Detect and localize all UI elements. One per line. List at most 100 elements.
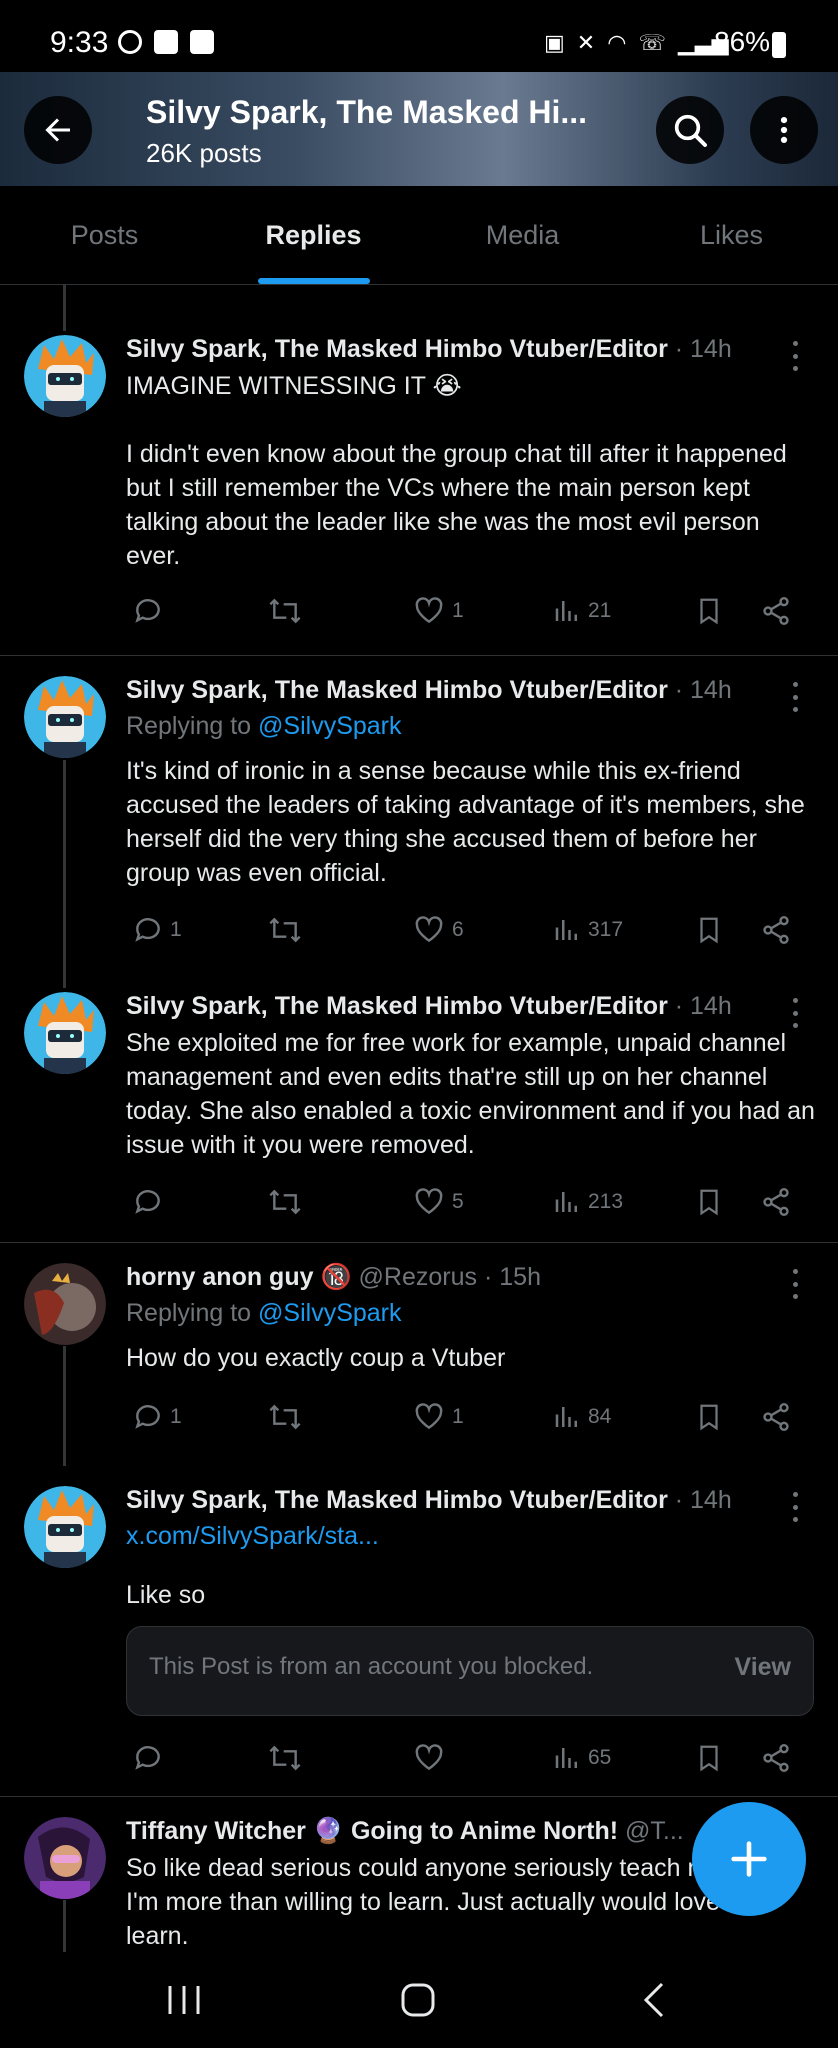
avatar[interactable] <box>24 335 106 417</box>
author-handle: @Rezorus <box>358 1263 478 1291</box>
reply-post[interactable]: Silvy Spark, The Masked Himbo Vtuber/Edi… <box>0 1466 838 1796</box>
share-icon <box>763 916 789 944</box>
reply-button[interactable]: 1 <box>132 1397 182 1437</box>
avatar[interactable] <box>24 676 106 758</box>
profile-header: Silvy Spark, The Masked Hi... 26K posts <box>0 72 838 186</box>
views-button[interactable]: 84 <box>552 1397 611 1437</box>
reply-button[interactable] <box>132 591 164 631</box>
reply-post[interactable]: Silvy Spark, The Masked Himbo Vtuber/Edi… <box>0 972 838 1240</box>
author-name[interactable]: Silvy Spark, The Masked Himbo Vtuber/Edi… <box>126 992 732 1021</box>
bookmark-button[interactable] <box>694 1738 724 1778</box>
like-count: 1 <box>452 1405 464 1428</box>
post-link[interactable]: x.com/SilvySpark/sta... <box>126 1522 379 1550</box>
more-options-button[interactable] <box>750 96 818 164</box>
share-button[interactable] <box>760 1397 792 1437</box>
reply-icon <box>135 1405 160 1429</box>
status-time: 9:33 <box>50 26 109 59</box>
share-button[interactable] <box>760 591 792 631</box>
dnd-icon <box>118 30 142 54</box>
reply-button[interactable] <box>132 1738 164 1778</box>
tab-posts[interactable]: Posts <box>0 186 209 284</box>
like-icon <box>415 1188 443 1215</box>
reply-post[interactable]: Silvy Spark, The Masked Himbo Vtuber/Edi… <box>0 656 838 966</box>
reply-post[interactable]: horny anon guy 🔞 @Rezorus · 15h Replying… <box>0 1243 838 1463</box>
post-actions: 1 21 <box>126 591 806 631</box>
like-icon <box>415 597 443 624</box>
replying-to-handle[interactable]: @SilvySpark <box>258 712 401 740</box>
post-more-button[interactable] <box>790 1269 800 1299</box>
share-button[interactable] <box>760 910 792 950</box>
views-button[interactable]: 213 <box>552 1182 623 1222</box>
tab-media[interactable]: Media <box>418 186 627 284</box>
system-icons: ▣ ✕ ◠ ☏ ▁▃▅ <box>544 30 729 56</box>
avatar[interactable] <box>24 1817 106 1899</box>
post-time: · 15h <box>483 1263 541 1291</box>
profile-tabs: Posts Replies Media Likes <box>0 186 838 285</box>
author-name[interactable]: Silvy Spark, The Masked Himbo Vtuber/Edi… <box>126 1486 732 1515</box>
bookmark-button[interactable] <box>694 1397 724 1437</box>
bookmark-button[interactable] <box>694 591 724 631</box>
bookmark-button[interactable] <box>694 1182 724 1222</box>
repost-icon <box>269 1404 301 1430</box>
views-button[interactable]: 317 <box>552 910 623 950</box>
reply-post[interactable]: Silvy Spark, The Masked Himbo Vtuber/Edi… <box>0 285 838 655</box>
search-button[interactable] <box>656 96 724 164</box>
post-text-continued: I didn't even know about the group chat … <box>126 440 787 570</box>
back-button[interactable] <box>24 96 92 164</box>
author-name[interactable]: Silvy Spark, The Masked Himbo Vtuber/Edi… <box>126 676 732 705</box>
share-button[interactable] <box>760 1182 792 1222</box>
repost-button[interactable] <box>266 1397 304 1437</box>
avatar[interactable] <box>24 1486 106 1568</box>
compose-button[interactable] <box>692 1802 806 1916</box>
like-count: 6 <box>452 918 464 941</box>
replying-to-handle[interactable]: @SilvySpark <box>258 1299 401 1327</box>
post-more-button[interactable] <box>790 1492 800 1522</box>
share-button[interactable] <box>760 1738 792 1778</box>
like-button[interactable]: 5 <box>412 1182 464 1222</box>
avatar[interactable] <box>24 1263 106 1345</box>
blocked-quote-card: This Post is from an account you blocked… <box>126 1626 814 1716</box>
bookmark-icon <box>700 1404 718 1431</box>
post-actions: 1 6 317 <box>126 910 806 950</box>
like-button[interactable] <box>412 1738 446 1778</box>
author-handle: @T... <box>625 1817 684 1845</box>
mute-icon: ✕ <box>576 30 596 55</box>
recent-apps-icon <box>168 1986 200 2014</box>
like-icon <box>415 1403 443 1430</box>
author-name-text: Silvy Spark, The Masked Himbo Vtuber/Edi… <box>126 1486 668 1514</box>
like-button[interactable]: 1 <box>412 1397 464 1437</box>
view-count: 84 <box>588 1405 612 1428</box>
battery-icon <box>772 32 786 58</box>
repost-button[interactable] <box>266 910 304 950</box>
post-more-button[interactable] <box>790 341 800 371</box>
author-name-suffix: Going to Anime North! <box>350 1817 619 1845</box>
avatar[interactable] <box>24 992 106 1074</box>
recent-apps-button[interactable] <box>166 1980 202 2020</box>
tab-likes[interactable]: Likes <box>627 186 836 284</box>
post-more-button[interactable] <box>790 998 800 1028</box>
repost-button[interactable] <box>266 1738 304 1778</box>
reply-button[interactable]: 1 <box>132 910 182 950</box>
tab-label: Media <box>485 219 560 250</box>
author-name[interactable]: Silvy Spark, The Masked Himbo Vtuber/Edi… <box>126 335 732 364</box>
author-name[interactable]: Tiffany Witcher 🔮 Going to Anime North! … <box>126 1817 684 1846</box>
like-button[interactable]: 1 <box>412 591 464 631</box>
repost-button[interactable] <box>266 1182 304 1222</box>
back-nav-button[interactable] <box>640 1980 668 2020</box>
like-button[interactable]: 6 <box>412 910 464 950</box>
post-text: She exploited me for free work for examp… <box>126 1029 815 1159</box>
home-button[interactable] <box>400 1982 436 2018</box>
author-name[interactable]: horny anon guy 🔞 @Rezorus · 15h <box>126 1263 541 1292</box>
tab-replies[interactable]: Replies <box>209 186 418 284</box>
views-button[interactable]: 65 <box>552 1738 611 1778</box>
reply-icon <box>135 1746 160 1770</box>
repost-button[interactable] <box>266 591 304 631</box>
author-name-text: Tiffany Witcher <box>126 1817 306 1845</box>
reply-count: 1 <box>170 918 182 941</box>
post-more-button[interactable] <box>790 682 800 712</box>
bookmark-button[interactable] <box>694 910 724 950</box>
reply-button[interactable] <box>132 1182 164 1222</box>
views-button[interactable]: 21 <box>552 591 611 631</box>
system-nav-bar <box>0 1952 838 2048</box>
view-blocked-button[interactable]: View <box>734 1653 791 1682</box>
